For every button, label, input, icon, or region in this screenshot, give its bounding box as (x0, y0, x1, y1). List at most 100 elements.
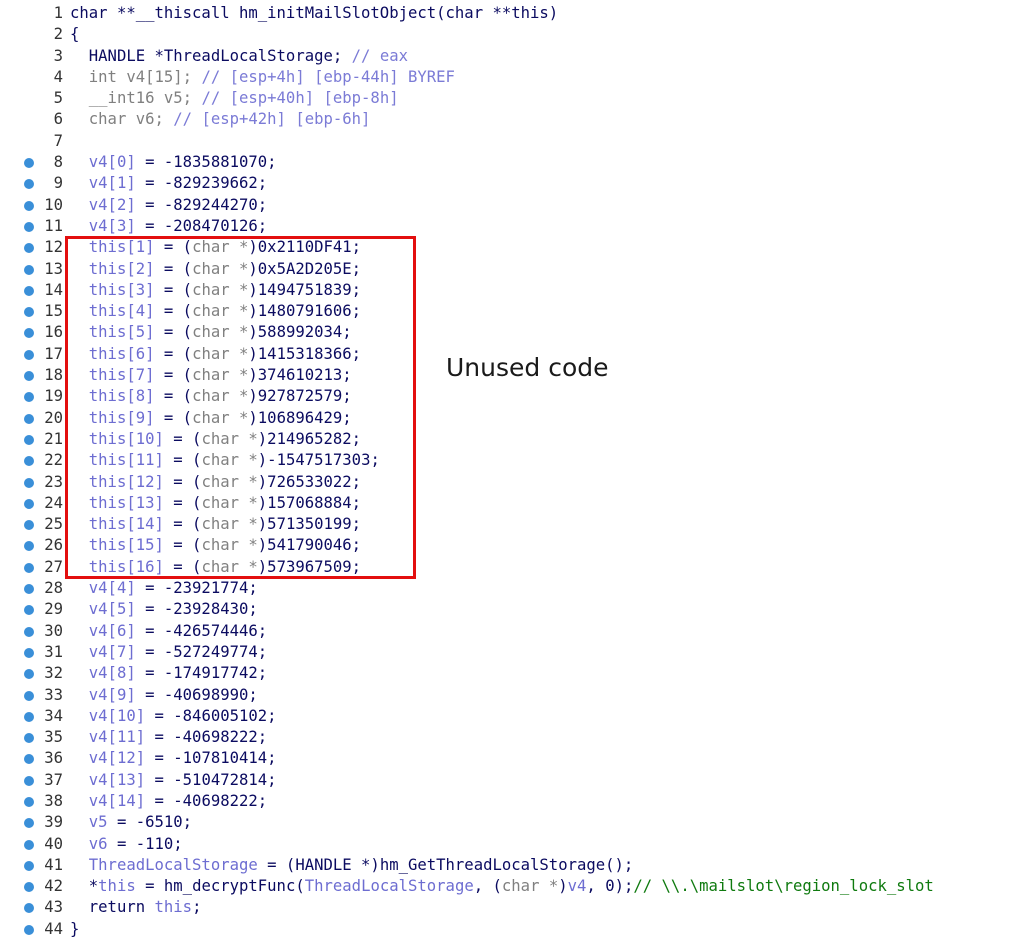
breakpoint-dot-icon[interactable] (24, 796, 34, 807)
unused-code-label: Unused code (446, 353, 609, 382)
code-token: = -510472814; (145, 770, 277, 789)
code-line[interactable]: 30 v4[6] = -426574446; (0, 621, 1017, 642)
breakpoint-dot-icon[interactable] (24, 754, 34, 765)
breakpoint-dot-icon[interactable] (24, 903, 34, 914)
code-line[interactable]: 7 (0, 131, 1017, 152)
code-line[interactable]: 43 return this; (0, 897, 1017, 918)
code-line[interactable]: 36 v4[12] = -107810414; (0, 748, 1017, 769)
code-line[interactable]: 44} (0, 919, 1017, 940)
breakpoint-dot-icon[interactable] (24, 711, 34, 722)
code-token: = -23928430; (135, 600, 258, 619)
code-line[interactable]: 2{ (0, 24, 1017, 45)
code-token: char v6; (70, 110, 174, 129)
line-number: 26 (44, 536, 63, 555)
breakpoint-dot-icon[interactable] (24, 434, 34, 445)
line-number: 16 (44, 323, 63, 342)
code-text: v4[4] = -23921774; (70, 578, 258, 599)
code-token: v4[1] (70, 174, 136, 193)
breakpoint-dot-icon[interactable] (24, 605, 34, 616)
unused-code-highlight-box (65, 236, 416, 579)
breakpoint-dot-icon[interactable] (24, 200, 34, 211)
code-text: HANDLE *ThreadLocalStorage; // eax (70, 46, 408, 67)
code-token: ; (192, 898, 202, 917)
breakpoint-dot-icon[interactable] (24, 328, 34, 339)
code-token: v4[14] (70, 791, 146, 810)
code-token: = -23921774; (135, 579, 258, 598)
breakpoint-dot-icon[interactable] (24, 371, 34, 382)
code-token: ThreadLocalStorage (70, 855, 258, 874)
code-line[interactable]: 31 v4[7] = -527249774; (0, 642, 1017, 663)
code-line[interactable]: 5 __int16 v5; // [esp+40h] [ebp-8h] (0, 88, 1017, 109)
line-number: 18 (44, 366, 63, 385)
code-line[interactable]: 10 v4[2] = -829244270; (0, 195, 1017, 216)
code-token: int v4[15]; (70, 67, 202, 86)
breakpoint-dot-icon[interactable] (24, 669, 34, 680)
code-token: = -527249774; (135, 642, 268, 661)
breakpoint-dot-icon[interactable] (24, 541, 34, 552)
breakpoint-dot-icon[interactable] (24, 456, 34, 467)
breakpoint-dot-icon[interactable] (24, 264, 34, 275)
code-line[interactable]: 6 char v6; // [esp+42h] [ebp-6h] (0, 109, 1017, 130)
code-line[interactable]: 34 v4[10] = -846005102; (0, 706, 1017, 727)
breakpoint-dot-icon[interactable] (24, 860, 34, 871)
code-line[interactable]: 4 int v4[15]; // [esp+4h] [ebp-44h] BYRE… (0, 67, 1017, 88)
line-number: 39 (44, 813, 63, 832)
breakpoint-dot-icon[interactable] (24, 647, 34, 658)
code-text: v4[1] = -829239662; (70, 173, 267, 194)
breakpoint-dot-icon[interactable] (24, 243, 34, 254)
breakpoint-dot-icon[interactable] (24, 733, 34, 744)
breakpoint-dot-icon[interactable] (24, 626, 34, 637)
code-line[interactable]: 8 v4[0] = -1835881070; (0, 152, 1017, 173)
code-line[interactable]: 41 ThreadLocalStorage = (HANDLE *)hm_Get… (0, 855, 1017, 876)
breakpoint-dot-icon[interactable] (24, 307, 34, 318)
breakpoint-dot-icon[interactable] (24, 818, 34, 829)
breakpoint-dot-icon[interactable] (24, 584, 34, 595)
code-line[interactable]: 9 v4[1] = -829239662; (0, 173, 1017, 194)
code-line[interactable]: 33 v4[9] = -40698990; (0, 685, 1017, 706)
code-line[interactable]: 3 HANDLE *ThreadLocalStorage; // eax (0, 46, 1017, 67)
code-line[interactable]: 39 v5 = -6510; (0, 812, 1017, 833)
code-token: v4[8] (70, 664, 136, 683)
breakpoint-dot-icon[interactable] (24, 221, 34, 232)
breakpoint-dot-icon[interactable] (24, 882, 34, 893)
code-token: * (70, 877, 99, 896)
breakpoint-dot-icon[interactable] (24, 158, 34, 169)
breakpoint-dot-icon[interactable] (24, 924, 34, 935)
breakpoint-dot-icon[interactable] (24, 775, 34, 786)
breakpoint-dot-icon[interactable] (24, 690, 34, 701)
code-line[interactable]: 37 v4[13] = -510472814; (0, 770, 1017, 791)
code-line[interactable]: 28 v4[4] = -23921774; (0, 578, 1017, 599)
breakpoint-dot-icon[interactable] (24, 839, 34, 850)
code-token: HANDLE *ThreadLocalStorage; (70, 46, 352, 65)
breakpoint-dot-icon[interactable] (24, 179, 34, 190)
code-token: v4[4] (70, 579, 136, 598)
code-line[interactable]: 35 v4[11] = -40698222; (0, 727, 1017, 748)
breakpoint-dot-icon[interactable] (24, 562, 34, 573)
code-text: char v6; // [esp+42h] [ebp-6h] (70, 109, 371, 130)
code-token: // [esp+40h] [ebp-8h] (201, 89, 399, 108)
line-number: 13 (44, 259, 63, 278)
code-token: = -40698222; (145, 728, 268, 747)
code-token: v4[6] (70, 621, 136, 640)
code-line[interactable]: 38 v4[14] = -40698222; (0, 791, 1017, 812)
line-number: 38 (44, 791, 63, 810)
code-text: v4[14] = -40698222; (70, 791, 267, 812)
breakpoint-dot-icon[interactable] (24, 285, 34, 296)
line-number: 22 (44, 451, 63, 470)
code-token: = -40698222; (145, 791, 268, 810)
line-number: 1 (53, 4, 63, 22)
code-token: , 0); (586, 877, 634, 896)
breakpoint-dot-icon[interactable] (24, 477, 34, 488)
breakpoint-dot-icon[interactable] (24, 349, 34, 360)
breakpoint-dot-icon[interactable] (24, 392, 34, 403)
breakpoint-dot-icon[interactable] (24, 520, 34, 531)
code-line[interactable]: 40 v6 = -110; (0, 834, 1017, 855)
code-line[interactable]: 42 *this = hm_decryptFunc(ThreadLocalSto… (0, 876, 1017, 897)
code-line[interactable]: 11 v4[3] = -208470126; (0, 216, 1017, 237)
code-line[interactable]: 29 v4[5] = -23928430; (0, 599, 1017, 620)
code-line[interactable]: 1 char **__thiscall hm_initMailSlotObject… (0, 3, 1017, 24)
breakpoint-dot-icon[interactable] (24, 413, 34, 424)
code-line[interactable]: 32 v4[8] = -174917742; (0, 663, 1017, 684)
line-number: 8 (53, 153, 63, 172)
breakpoint-dot-icon[interactable] (24, 498, 34, 509)
